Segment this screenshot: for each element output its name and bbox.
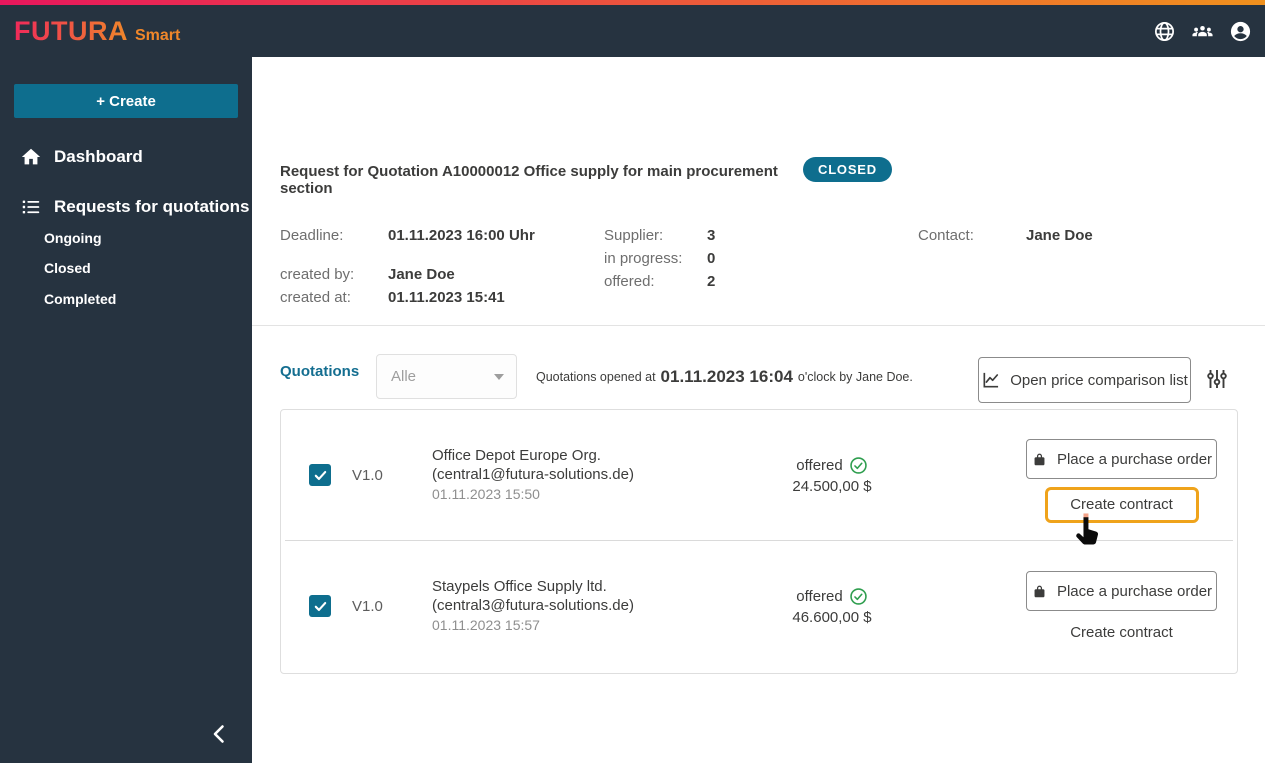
quotations-section-label: Quotations bbox=[280, 363, 360, 380]
purchase-order-label: Place a purchase order bbox=[1056, 582, 1213, 600]
create-contract-link[interactable]: Create contract bbox=[1070, 496, 1173, 513]
offered-count-value: 2 bbox=[707, 273, 716, 290]
in-progress-value: 0 bbox=[707, 250, 716, 267]
check-circle-icon bbox=[849, 587, 867, 605]
quotations-opened-note: Quotations opened at 01.11.2023 16:04 o'… bbox=[536, 357, 913, 397]
section-divider bbox=[252, 325, 1265, 326]
bag-icon bbox=[1034, 585, 1045, 597]
logo-text: FUTURA bbox=[14, 15, 128, 46]
quotation-amount: 46.600,00 $ bbox=[792, 608, 872, 626]
sidebar-item-closed[interactable]: Closed bbox=[44, 258, 91, 278]
bag-icon bbox=[1034, 453, 1045, 465]
globe-icon bbox=[1154, 21, 1174, 41]
sidebar: + Create Dashboard Requests for quotatio… bbox=[0, 57, 252, 763]
language-button[interactable] bbox=[1151, 18, 1177, 44]
sidebar-item-ongoing[interactable]: Ongoing bbox=[44, 228, 102, 248]
filter-settings-button[interactable] bbox=[1202, 365, 1232, 395]
created-by-label: created by: bbox=[280, 266, 355, 283]
topbar-icons bbox=[1151, 18, 1253, 44]
deadline-value: 01.11.2023 16:00 Uhr bbox=[388, 227, 535, 244]
sidebar-item-dashboard[interactable]: Dashboard bbox=[0, 143, 143, 171]
opened-note-suffix: o'clock by Jane Doe. bbox=[797, 370, 913, 384]
open-price-comparison-button[interactable]: Open price comparison list bbox=[978, 357, 1191, 403]
place-purchase-order-button[interactable]: Place a purchase order bbox=[1026, 571, 1217, 611]
quotation-datetime: 01.11.2023 15:50 bbox=[432, 485, 540, 502]
quotation-version: V1.0 bbox=[352, 597, 383, 615]
quotations-filter-select[interactable]: Alle bbox=[376, 354, 517, 399]
quotation-checkbox[interactable] bbox=[309, 464, 331, 486]
created-at-value: 01.11.2023 15:41 bbox=[388, 289, 505, 306]
create-button[interactable]: + Create bbox=[14, 84, 238, 118]
quotations-list: V1.0 Office Depot Europe Org. (central1@… bbox=[280, 409, 1238, 674]
check-circle-icon bbox=[849, 456, 867, 474]
app-window: FUTURA Smart + Create Dashboard Requests… bbox=[0, 0, 1265, 763]
supplier-info: Staypels Office Supply ltd. (central3@fu… bbox=[432, 577, 772, 636]
create-contract-highlight: Create contract bbox=[1044, 487, 1199, 545]
price-comparison-label: Open price comparison list bbox=[1010, 371, 1188, 389]
account-icon bbox=[1230, 21, 1250, 41]
quotation-version: V1.0 bbox=[352, 466, 383, 484]
chevron-down-icon bbox=[494, 373, 504, 380]
top-bar: FUTURA Smart bbox=[0, 5, 1265, 57]
created-at-label: created at: bbox=[280, 289, 351, 306]
create-contract-link[interactable]: Create contract bbox=[1070, 624, 1173, 641]
check-icon bbox=[314, 470, 326, 480]
main-content: Request for Quotation A10000012 Office s… bbox=[252, 57, 1265, 763]
account-button[interactable] bbox=[1227, 18, 1253, 44]
sidebar-item-requests-for-quotations[interactable]: Requests for quotations bbox=[0, 193, 250, 221]
home-icon bbox=[21, 148, 41, 165]
list-icon bbox=[22, 200, 40, 214]
sidebar-item-completed[interactable]: Completed bbox=[44, 289, 116, 309]
deadline-label: Deadline: bbox=[280, 227, 344, 244]
suppliers-button[interactable] bbox=[1189, 18, 1215, 44]
supplier-email: (central3@futura-solutions.de) bbox=[432, 597, 634, 615]
quotation-datetime: 01.11.2023 15:57 bbox=[432, 616, 540, 633]
page-title: Request for Quotation A10000012 Office s… bbox=[280, 163, 778, 197]
chart-icon bbox=[983, 372, 999, 388]
offered-count-label: offered: bbox=[604, 273, 655, 290]
status-text: offered bbox=[796, 456, 843, 474]
logo-suffix: Smart bbox=[134, 26, 181, 44]
created-by-value: Jane Doe bbox=[388, 266, 455, 283]
quotation-row: V1.0 Staypels Office Supply ltd. (centra… bbox=[281, 541, 1237, 671]
sidebar-item-label: Requests for quotations bbox=[54, 197, 250, 216]
quotation-actions: Place a purchase order Create contract bbox=[1026, 439, 1217, 545]
in-progress-label: in progress: bbox=[604, 250, 683, 267]
supplier-count-label: Supplier: bbox=[604, 227, 664, 244]
sidebar-item-label: Dashboard bbox=[54, 147, 143, 166]
contact-label: Contact: bbox=[918, 227, 974, 244]
quotation-status: offered 24.500,00 $ bbox=[772, 456, 892, 495]
status-badge: CLOSED bbox=[803, 157, 892, 182]
status-text: offered bbox=[796, 587, 843, 605]
opened-note-datetime: 01.11.2023 16:04 bbox=[660, 367, 793, 386]
supplier-name: Office Depot Europe Org. bbox=[432, 446, 601, 464]
quotation-row: V1.0 Office Depot Europe Org. (central1@… bbox=[281, 410, 1237, 545]
opened-note-prefix: Quotations opened at bbox=[536, 370, 656, 384]
quotation-checkbox[interactable] bbox=[309, 595, 331, 617]
check-icon bbox=[314, 601, 326, 611]
sidebar-collapse-button[interactable] bbox=[204, 719, 234, 751]
place-purchase-order-button[interactable]: Place a purchase order bbox=[1026, 439, 1217, 479]
supplier-email: (central1@futura-solutions.de) bbox=[432, 466, 634, 484]
quotation-actions: Place a purchase order Create contract bbox=[1026, 571, 1217, 641]
supplier-count-value: 3 bbox=[707, 227, 716, 244]
supplier-info: Office Depot Europe Org. (central1@futur… bbox=[432, 446, 772, 505]
contact-value: Jane Doe bbox=[1026, 227, 1093, 244]
app-logo[interactable]: FUTURA Smart bbox=[14, 16, 180, 47]
users-icon bbox=[1191, 25, 1213, 36]
quotation-amount: 24.500,00 $ bbox=[792, 477, 872, 495]
supplier-name: Staypels Office Supply ltd. bbox=[432, 577, 607, 595]
purchase-order-label: Place a purchase order bbox=[1056, 450, 1213, 468]
tune-icon bbox=[1207, 369, 1227, 388]
chevron-left-icon bbox=[213, 724, 224, 743]
quotation-status: offered 46.600,00 $ bbox=[772, 587, 892, 626]
filter-selected-value: Alle bbox=[391, 368, 417, 385]
